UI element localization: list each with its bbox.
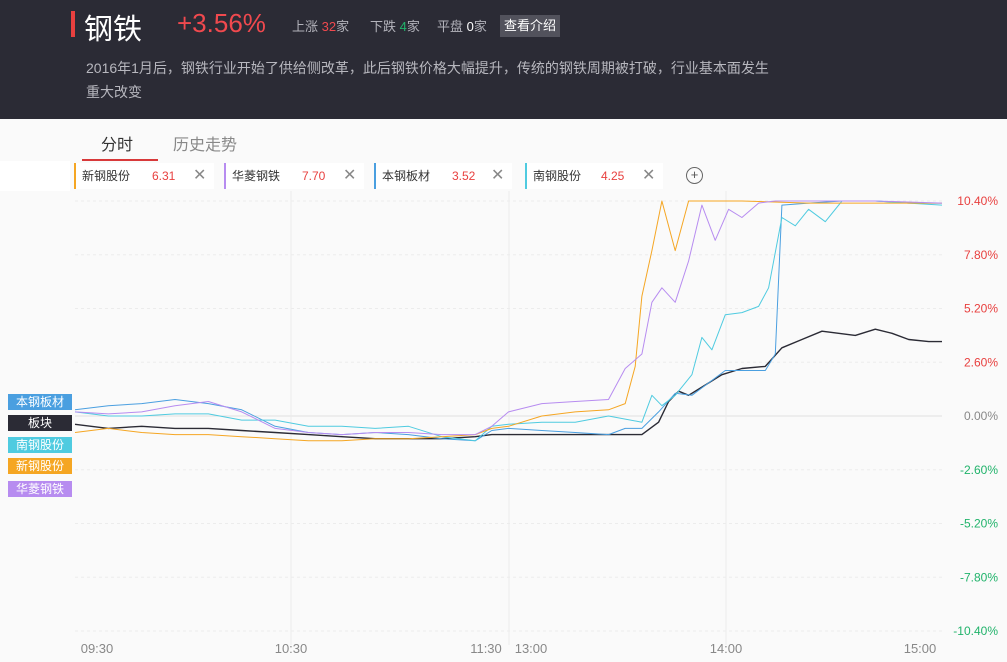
x-tick-label: 10:30 (275, 641, 308, 656)
intraday-chart: 10.40% 7.80% 5.20% 2.60% 0.00% -2.60% -5.20% -7… (74, 191, 998, 656)
y-tick-label: -5.20% (960, 517, 998, 531)
y-tick-label: 2.60% (964, 355, 998, 369)
y-tick-label: 10.40% (957, 194, 998, 208)
y-tick-label: -2.60% (960, 463, 998, 477)
x-tick-label: 13:00 (515, 641, 548, 656)
legend-sector: 板块 (8, 415, 72, 431)
legend-hualing: 华菱钢铁 (8, 481, 72, 497)
y-tick-label: -7.80% (960, 570, 998, 584)
legend-xingang: 新钢股份 (8, 458, 72, 474)
y-tick-label: 5.20% (964, 302, 998, 316)
x-tick-label: 14:00 (710, 641, 743, 656)
x-tick-label: 15:00 (904, 641, 937, 656)
x-tick-label: 09:30 (81, 641, 114, 656)
y-tick-label: 0.00% (964, 409, 998, 423)
legend-bengang: 本钢板材 (8, 394, 72, 410)
legend-nangang: 南钢股份 (8, 437, 72, 453)
x-tick-label: 11:30 (470, 641, 502, 656)
y-tick-label: -10.40% (953, 624, 998, 638)
y-tick-label: 7.80% (964, 248, 998, 262)
